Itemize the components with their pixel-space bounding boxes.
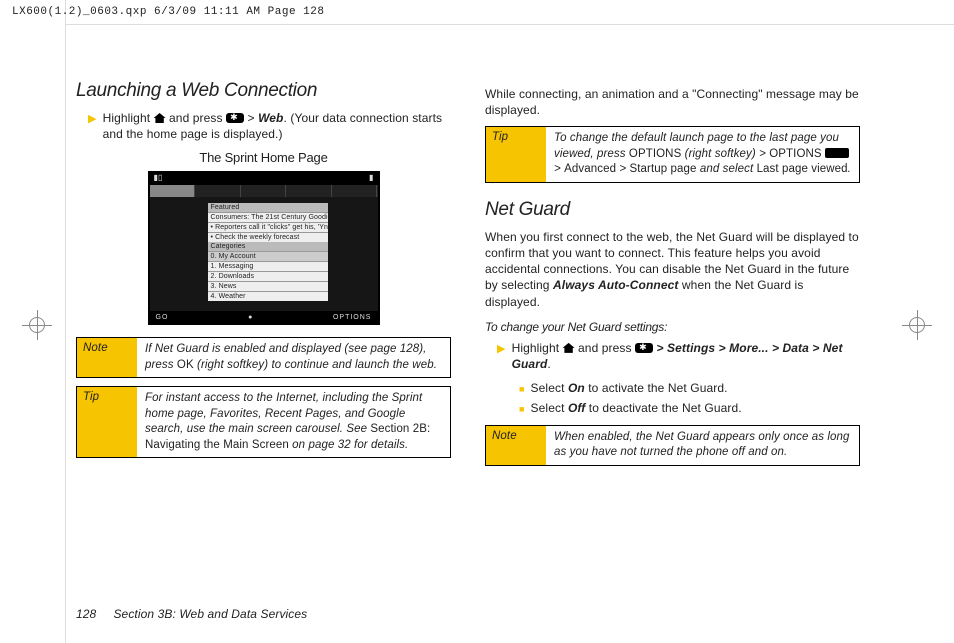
right-ital-heading: To change your Net Guard settings: bbox=[485, 320, 860, 334]
on-c: to activate the Net Guard. bbox=[585, 381, 728, 395]
rt5: and select bbox=[697, 163, 757, 175]
note-t2: (right softkey) to continue and launch t… bbox=[194, 359, 437, 371]
note-label-r: Note bbox=[486, 426, 546, 465]
softkey-icon bbox=[226, 113, 244, 123]
rt-o1: OPTIONS bbox=[629, 148, 681, 160]
battery-icon: ▮ bbox=[369, 173, 374, 185]
phone-line2: • Reporters call it "clicks" get his, 'Y… bbox=[208, 222, 328, 232]
phone-dot: ● bbox=[248, 314, 253, 321]
page-footer: 128 Section 3B: Web and Data Services bbox=[76, 607, 307, 621]
left-title: Launching a Web Connection bbox=[76, 80, 451, 102]
square-bullet-icon: ■ bbox=[519, 383, 525, 395]
phone-item-1: 1. Messaging bbox=[208, 261, 328, 271]
rt2: (right softkey) > bbox=[681, 148, 769, 160]
note-label: Note bbox=[77, 338, 137, 377]
on-b: On bbox=[568, 381, 585, 395]
right-main-bullet: ▶ Highlight and press > Settings > More.… bbox=[497, 340, 860, 372]
left-note-box: Note If Net Guard is enabled and display… bbox=[76, 337, 451, 378]
left-main-bullet: ▶ Highlight and press > Web. (Your data … bbox=[88, 110, 451, 142]
triangle-bullet-icon: ▶ bbox=[88, 112, 97, 127]
triangle-bullet-icon: ▶ bbox=[497, 342, 506, 357]
phone-item-3: 3. News bbox=[208, 281, 328, 291]
phone-cats-label: Categories bbox=[208, 242, 328, 251]
note-body-r: When enabled, the Net Guard appears only… bbox=[546, 426, 859, 465]
phone-item-4: 4. Weather bbox=[208, 291, 328, 301]
sub-off: ■ Select Off to deactivate the Net Guard… bbox=[519, 400, 860, 416]
rt-o2: OPTIONS bbox=[769, 148, 821, 160]
off-b: Off bbox=[568, 401, 585, 415]
softkey-wide-icon bbox=[825, 148, 849, 158]
home-icon bbox=[563, 343, 575, 353]
tip-label: Tip bbox=[77, 387, 137, 457]
page-header-line: LX600(1.2)_0603.qxp 6/3/09 11:11 AM Page… bbox=[12, 6, 324, 18]
phone-featured-label: Featured bbox=[208, 203, 328, 212]
off-a: Select bbox=[531, 401, 568, 415]
off-c: to deactivate the Net Guard. bbox=[585, 401, 741, 415]
right-intro: While connecting, an animation and a "Co… bbox=[485, 86, 860, 118]
rt-sp: Startup page bbox=[629, 163, 696, 175]
crop-guide-top bbox=[65, 24, 954, 25]
bullet-text-mid: and press bbox=[169, 111, 226, 125]
bullet-text-pre: Highlight bbox=[103, 111, 154, 125]
rt3: > bbox=[554, 163, 564, 175]
sprint-home-heading: The Sprint Home Page bbox=[76, 150, 451, 165]
crop-guide-left bbox=[65, 0, 66, 643]
square-bullet-icon: ■ bbox=[519, 403, 525, 415]
rt-lpv: Last page viewed bbox=[757, 163, 848, 175]
rt-adv: Advanced bbox=[564, 163, 616, 175]
rt6: . bbox=[848, 163, 851, 175]
phone-item-0: 0. My Account bbox=[208, 251, 328, 261]
phone-options: OPTIONS bbox=[333, 314, 372, 321]
p1b: Always Auto-Connect bbox=[553, 278, 678, 292]
page-content: Launching a Web Connection ▶ Highlight a… bbox=[76, 28, 924, 623]
note-ok: OK bbox=[177, 359, 194, 371]
crop-mark-left bbox=[22, 310, 52, 340]
gt: > bbox=[248, 111, 259, 125]
tip-t2: on page 32 for details. bbox=[289, 439, 408, 451]
softkey-icon bbox=[635, 343, 653, 353]
right-column: While connecting, an animation and a "Co… bbox=[485, 80, 860, 474]
rb-pre: Highlight bbox=[512, 341, 563, 355]
phone-line1: Consumers: The 21st Century Goodies bbox=[208, 212, 328, 222]
right-tip-box: Tip To change the default launch page to… bbox=[485, 126, 860, 183]
left-column: Launching a Web Connection ▶ Highlight a… bbox=[76, 80, 451, 474]
left-tip-box: Tip For instant access to the Internet, … bbox=[76, 386, 451, 458]
phone-item-2: 2. Downloads bbox=[208, 271, 328, 281]
rb-dot: . bbox=[547, 357, 550, 371]
right-note-box: Note When enabled, the Net Guard appears… bbox=[485, 425, 860, 466]
section-label: Section 3B: Web and Data Services bbox=[113, 607, 307, 621]
home-icon bbox=[154, 113, 166, 123]
phone-go: GO bbox=[156, 314, 169, 321]
signal-icon: ▮▯ bbox=[154, 173, 163, 185]
page-number: 128 bbox=[76, 607, 110, 621]
on-a: Select bbox=[531, 381, 568, 395]
phone-line3: • Check the weekly forecast bbox=[208, 232, 328, 242]
rt4: > bbox=[616, 163, 629, 175]
phone-screenshot: ▮▯ ▮ Featured Consumers: The 21st Century… bbox=[148, 171, 380, 325]
rb-mid: and press bbox=[578, 341, 635, 355]
tip-label-r: Tip bbox=[486, 127, 546, 182]
sub-on: ■ Select On to activate the Net Guard. bbox=[519, 380, 860, 396]
bullet-link: Web bbox=[258, 111, 283, 125]
right-title: Net Guard bbox=[485, 199, 860, 221]
